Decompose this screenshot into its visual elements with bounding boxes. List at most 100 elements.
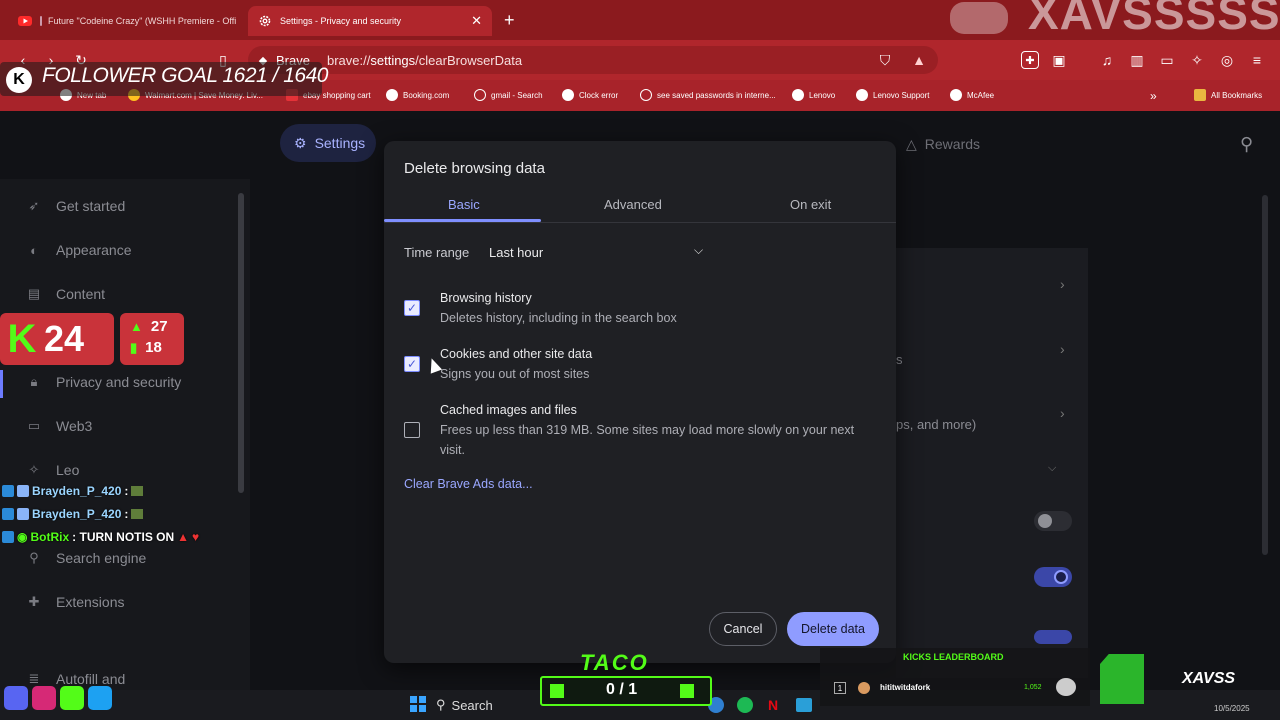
chevron-right-icon[interactable]: › <box>1060 276 1065 292</box>
url-text[interactable]: brave://settings/clearBrowserData <box>327 53 522 68</box>
reader-icon[interactable]: ▣ <box>1050 51 1068 69</box>
sparkle-icon: ✧ <box>28 462 40 477</box>
badge-icon <box>17 485 29 497</box>
sidebar-item-search-engine[interactable]: ⚲ Search engine <box>26 547 146 569</box>
chat-message: Brayden_P_420: <box>2 484 144 498</box>
sidebar-scrollbar[interactable] <box>236 179 246 684</box>
mcafee-icon <box>950 89 962 101</box>
scroll-thumb[interactable] <box>1262 195 1268 555</box>
checkmark-icon: ✓ <box>406 357 418 371</box>
globe-icon <box>856 89 868 101</box>
setting-toggle-on[interactable] <box>1034 630 1072 644</box>
menu-icon[interactable]: ≡ <box>1248 51 1266 69</box>
cached-images-checkbox[interactable] <box>404 422 420 438</box>
triangle-icon: △ <box>906 136 917 152</box>
badge-icon <box>2 508 14 520</box>
rewards-triangle-icon[interactable]: ▲ <box>910 51 928 69</box>
time-range-label: Time range <box>404 245 470 260</box>
bookmarks-overflow-icon[interactable]: » <box>1150 89 1157 103</box>
taco-icon <box>680 684 694 698</box>
chevron-down-icon[interactable]: ⌵ <box>1048 462 1056 475</box>
scroll-thumb[interactable] <box>238 193 244 493</box>
rewards-nav[interactable]: △ Rewards <box>906 136 980 153</box>
taco-icon <box>550 684 564 698</box>
taskbar-search[interactable]: ⚲ Search <box>436 694 536 716</box>
tab-title: Settings - Privacy and security <box>280 16 402 26</box>
check-badge-icon: ◉ <box>17 530 28 544</box>
dialog-title: Delete browsing data <box>404 160 545 177</box>
folder-icon <box>1194 89 1206 101</box>
bookmark-item[interactable]: Clock error <box>562 89 618 101</box>
new-tab-icon[interactable]: + <box>504 10 515 31</box>
main-scrollbar[interactable] <box>1258 179 1272 679</box>
all-bookmarks[interactable]: All Bookmarks <box>1194 89 1262 101</box>
tab-on-exit[interactable]: On exit <box>790 197 831 212</box>
vpn-icon[interactable]: ◎ <box>1218 51 1236 69</box>
tab-advanced[interactable]: Advanced <box>604 197 662 212</box>
siren-icon: ▲ <box>177 530 190 544</box>
follower-goal-text: FOLLOWER GOAL 1621 / 1640 <box>42 64 328 87</box>
search-icon[interactable]: ⚲ <box>1240 134 1253 155</box>
setting-toggle-on[interactable] <box>1034 567 1072 587</box>
extensions-icon[interactable]: ✚ <box>1021 51 1039 69</box>
bookmark-item[interactable]: McAfee <box>950 89 994 101</box>
chat-message: ◉ BotRix: TURN NOTIS ON ▲ ♥ <box>2 530 199 544</box>
setting-toggle-off[interactable] <box>1034 511 1072 531</box>
sidebar-item-leo[interactable]: ✧ Leo <box>26 459 80 481</box>
chat-message: Brayden_P_420: <box>2 507 144 521</box>
sidebar-item-privacy[interactable]: 🔒︎ Privacy and security <box>26 371 182 393</box>
bookmark-item[interactable]: Lenovo Support <box>856 89 930 101</box>
wallet-icon[interactable]: ▭ <box>1158 51 1176 69</box>
channel-watermark: XAVSSSSS <box>1028 0 1280 39</box>
sidebar-item-extensions[interactable]: ✚ Extensions <box>26 591 125 613</box>
option-description: Deletes history, including in the search… <box>440 311 677 325</box>
music-icon[interactable]: ♫ <box>1098 51 1116 69</box>
netflix-icon[interactable]: N <box>768 697 782 713</box>
app-icon[interactable] <box>796 698 812 712</box>
skull-icon <box>1056 678 1076 696</box>
search-icon: ⚲ <box>29 550 39 565</box>
settings-nav-pill[interactable]: ⚙ Settings <box>280 124 376 162</box>
tab-settings[interactable]: Settings - Privacy and security ✕ <box>248 6 492 36</box>
tab-basic[interactable]: Basic <box>448 197 480 212</box>
sidebar-item-get-started[interactable]: ➶ Get started <box>26 195 126 217</box>
brand-text: XAVSS <box>1182 670 1236 687</box>
brave-shields-icon[interactable]: ⛉ <box>876 51 894 69</box>
spotify-icon[interactable] <box>737 697 753 713</box>
delete-data-button[interactable]: Delete data <box>787 612 879 646</box>
active-indicator <box>0 370 3 398</box>
time-range-select[interactable]: Last hour <box>480 240 716 264</box>
leaderboard-title: KICKS LEADERBOARD <box>903 652 1004 662</box>
cookies-checkbox[interactable]: ✓ <box>404 356 420 372</box>
wallet-icon: ▭ <box>27 418 41 433</box>
chevron-right-icon[interactable]: › <box>1060 341 1065 357</box>
leo-sparkle-icon[interactable]: ✧ <box>1188 51 1206 69</box>
sidebar-item-appearance[interactable]: ◐ Appearance <box>26 239 131 261</box>
bookmark-item[interactable]: gmail - Search <box>474 89 543 101</box>
twitter-icon <box>88 686 112 710</box>
tab-youtube[interactable]: Future "Codeine Crazy" (WSHH Premiere - … <box>8 6 236 36</box>
bookmark-item[interactable]: Booking.com <box>386 89 449 101</box>
sidebar-item-web3[interactable]: ▭ Web3 <box>26 415 92 437</box>
bookmark-item[interactable]: see saved passwords in interne... <box>640 89 776 101</box>
goal-title: TACO <box>580 650 649 675</box>
cancel-button[interactable]: Cancel <box>709 612 777 646</box>
chevron-right-icon[interactable]: › <box>1060 405 1065 421</box>
close-tab-icon[interactable]: ✕ <box>471 13 482 29</box>
kick-logo-icon: K <box>6 67 32 93</box>
browsing-history-checkbox[interactable]: ✓ <box>404 300 420 316</box>
rocket-icon: ➶ <box>28 198 40 213</box>
instagram-icon <box>32 686 56 710</box>
windows-start-icon[interactable] <box>410 696 426 712</box>
puzzle-icon: ✚ <box>28 594 40 609</box>
clear-brave-ads-link[interactable]: Clear Brave Ads data... <box>404 477 533 491</box>
sidebar-item-content[interactable]: ▤ Content <box>26 283 105 305</box>
bookmark-item[interactable]: Lenovo <box>792 89 835 101</box>
active-tab-indicator <box>384 219 541 222</box>
badge-icon <box>2 531 14 543</box>
badge-icon <box>2 485 14 497</box>
sidebar-icon[interactable]: ▥ <box>1128 51 1146 69</box>
chevron-down-icon[interactable]: ⌵ <box>694 243 703 258</box>
tab-title: Future "Codeine Crazy" (WSHH Premiere - … <box>48 16 236 26</box>
emote-icon <box>131 486 144 496</box>
